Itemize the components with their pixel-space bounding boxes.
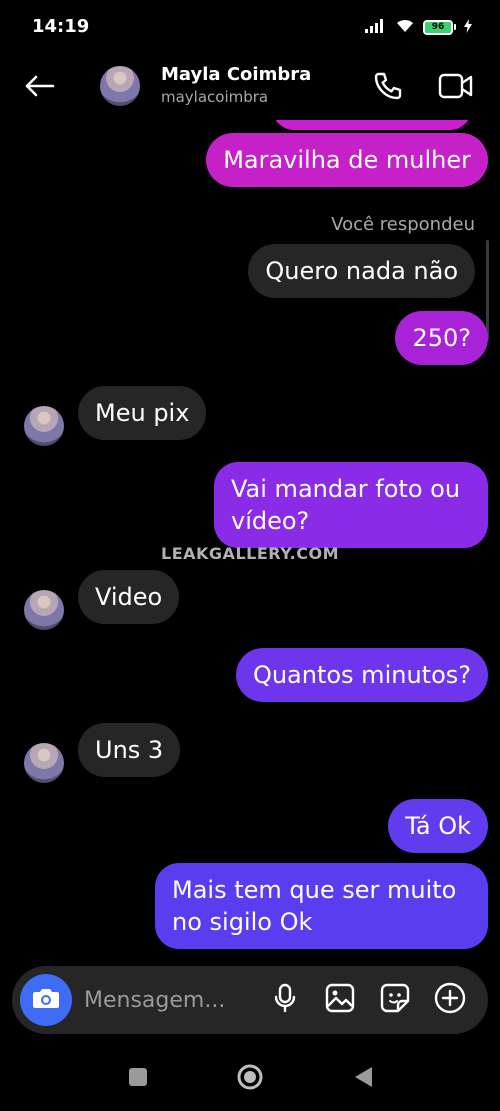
triangle-left-icon [352,1065,374,1093]
camera-icon [32,986,60,1014]
message-input[interactable] [84,980,264,1020]
charging-icon [464,18,472,37]
sender-avatar[interactable] [24,743,64,783]
chat-header: Mayla Coimbra maylacoimbra [0,56,500,120]
message-bubble-incoming[interactable]: Video [78,570,180,624]
replied-label: Você respondeu [331,214,475,235]
message-bubble-outgoing[interactable]: Vai mandar foto ou vídeo? [214,462,488,548]
message-bubble-quoted[interactable]: Quero nada não [248,244,475,298]
microphone-icon [272,983,298,1017]
message-bubble-outgoing[interactable]: Mais tem que ser muito no sigilo Ok [155,863,488,949]
image-icon [325,983,355,1017]
message-bubble-outgoing[interactable]: Maravilha de mulher [206,133,488,187]
wifi-icon [395,17,415,37]
contact-name[interactable]: Mayla Coimbra [161,64,311,85]
battery-level: 96 [425,21,451,33]
message-list[interactable]: Maravilha de mulher Você respondeu Quero… [0,120,500,965]
message-composer [12,966,488,1034]
scrollbar[interactable] [486,240,489,340]
message-bubble-incoming[interactable]: Uns 3 [78,723,181,777]
status-time: 14:19 [32,16,90,37]
signal-icon [365,18,387,37]
status-icons: 96 [365,17,472,37]
phone-icon [372,70,404,106]
message-bubble-partial[interactable] [272,120,472,130]
microphone-button[interactable] [268,983,302,1017]
back-nav-button[interactable] [348,1064,378,1094]
sender-avatar[interactable] [24,406,64,446]
contact-username[interactable]: maylacoimbra [161,88,268,106]
circle-icon [236,1063,264,1095]
video-call-button[interactable] [436,70,476,106]
home-button[interactable] [235,1064,265,1094]
sticker-button[interactable] [378,983,412,1017]
sticker-icon [380,983,410,1017]
sender-avatar[interactable] [24,590,64,630]
square-icon [128,1067,148,1091]
voice-call-button[interactable] [370,70,406,106]
recents-button[interactable] [123,1064,153,1094]
watermark: LEAKGALLERY.COM [161,544,339,563]
message-bubble-outgoing[interactable]: Quantos minutos? [235,648,488,702]
camera-button[interactable] [20,974,72,1026]
arrow-left-icon [23,74,55,102]
back-button[interactable] [18,68,60,108]
more-options-button[interactable] [433,982,467,1018]
message-bubble-outgoing[interactable]: Tá Ok [388,799,488,853]
system-navigation-bar [0,1046,500,1111]
status-bar: 14:19 96 [0,0,500,56]
plus-circle-icon [434,982,466,1018]
video-camera-icon [438,71,474,105]
battery-icon: 96 [423,19,456,35]
message-bubble-incoming[interactable]: Meu pix [78,386,207,440]
message-bubble-outgoing[interactable]: 250? [395,311,488,365]
gallery-button[interactable] [323,983,357,1017]
contact-avatar[interactable] [100,66,140,106]
